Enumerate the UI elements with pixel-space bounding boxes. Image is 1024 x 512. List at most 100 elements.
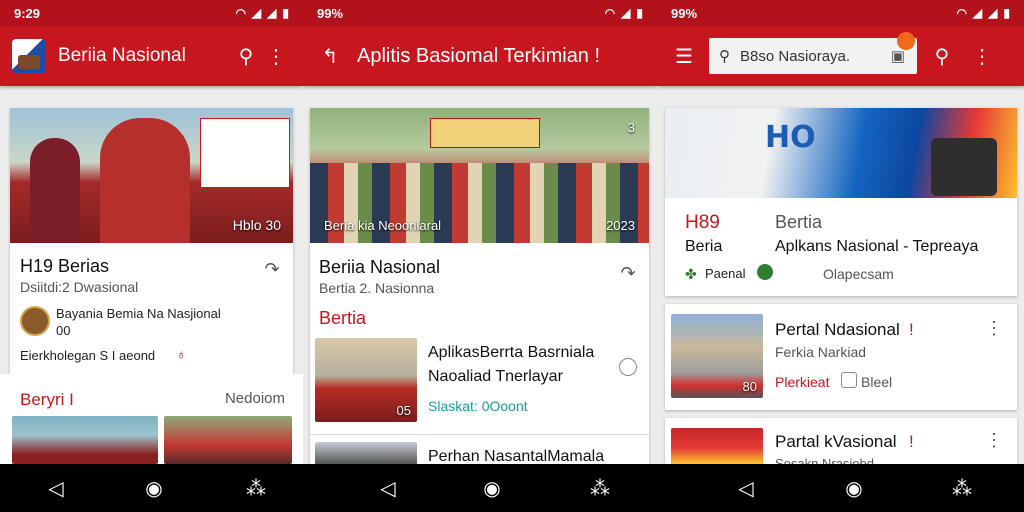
search-placeholder: B8so Nasioraya. bbox=[740, 47, 851, 65]
divider bbox=[310, 434, 649, 435]
article-title: Pertal Ndasional bbox=[775, 320, 900, 339]
clock-icon bbox=[619, 358, 637, 376]
section-area: Beryri I Nedoiom bbox=[0, 374, 303, 464]
source-name: Bayania Bemia Na Nasjional bbox=[56, 306, 221, 321]
card-meta-right: Olapecsam bbox=[823, 266, 894, 282]
app-title: Beriia Nasional bbox=[58, 45, 186, 66]
app-bar: ↰ Aplitis Basiomal Terkimian ! bbox=[303, 26, 657, 86]
status-bar: 99% ◠ ◢ ▮ bbox=[303, 0, 657, 26]
card-sub-left: Beria bbox=[685, 238, 723, 255]
list-item[interactable]: Partal kVasional ! Sosakn Nrasiobd ⋮ bbox=[665, 418, 1017, 464]
section-more[interactable]: Nedoiom bbox=[225, 390, 285, 407]
nav-back-icon[interactable]: ◁ bbox=[376, 476, 400, 500]
article-title-cont: Naoaliad Tnerlayar bbox=[428, 368, 563, 385]
nav-home-icon[interactable]: ◉ bbox=[480, 476, 504, 500]
person-figure bbox=[30, 138, 80, 243]
article-thumb-2[interactable] bbox=[315, 442, 417, 464]
article-thumb bbox=[671, 428, 763, 464]
search-input[interactable]: ⚲ B8so Nasioraya. ▣ bbox=[709, 32, 917, 74]
battery-icon: ▮ bbox=[636, 6, 643, 20]
banner-image: HO bbox=[665, 108, 1017, 198]
card-subtitle: Bertia 2. Nasionna bbox=[319, 280, 435, 296]
status-time: 9:29 bbox=[14, 5, 41, 21]
wifi-icon: ◠ bbox=[604, 6, 616, 20]
article-meta-grey: Bleel bbox=[861, 374, 893, 390]
screen-2: 99% ◠ ◢ ▮ ↰ Aplitis Basiomal Terkimian !… bbox=[303, 0, 657, 464]
more-icon[interactable]: ⋮ bbox=[985, 318, 1003, 339]
alert-mark: ! bbox=[909, 432, 914, 451]
menu-icon[interactable]: ☰ bbox=[669, 41, 699, 71]
verified-icon bbox=[757, 264, 773, 280]
wifi-icon: ◠ bbox=[235, 6, 246, 20]
signal-icon: ◢ bbox=[251, 6, 262, 20]
article-meta-red: Plerkieat bbox=[775, 374, 830, 390]
search-icon: ⚲ bbox=[719, 48, 730, 65]
nav-home-icon[interactable]: ◉ bbox=[142, 476, 166, 500]
section-thumb-2[interactable] bbox=[164, 416, 292, 464]
article-title: Perhan NasantalMamala bbox=[428, 448, 605, 464]
status-bar: 9:29 ◠ ◢ ◢ ▮ bbox=[0, 0, 303, 26]
search-icon[interactable]: ⚲ bbox=[927, 41, 957, 71]
app-title: Aplitis Basiomal Terkimian ! bbox=[357, 44, 601, 67]
news-card[interactable]: Hblo 30 H19 Berias ↷ Dsiitdi:2 Dwasional… bbox=[10, 108, 293, 374]
banner-logo: HO bbox=[765, 120, 816, 155]
nav-back-icon[interactable]: ◁ bbox=[734, 476, 758, 500]
more-icon[interactable]: ⋮ bbox=[261, 41, 291, 71]
app-logo bbox=[12, 39, 46, 73]
share-icon[interactable]: ↷ bbox=[613, 258, 643, 288]
hero-photo: Hblo 30 bbox=[10, 108, 293, 243]
article-sub: Sosakn Nrasiobd bbox=[775, 456, 874, 464]
search-icon[interactable]: ⚲ bbox=[231, 41, 261, 71]
news-card[interactable]: HO H89 Beria Bertia Aplkans Nasional - T… bbox=[665, 108, 1017, 296]
hero-corner: 3 bbox=[627, 120, 635, 135]
more-icon[interactable]: ⋮ bbox=[985, 430, 1003, 451]
source-avatar bbox=[20, 306, 50, 336]
notification-badge bbox=[897, 32, 915, 50]
article-title: Partal kVasional bbox=[775, 432, 897, 451]
category-icon: ✤ bbox=[685, 266, 697, 282]
article-meta: Slaskat: 0Ooont bbox=[428, 398, 528, 414]
alert-mark: ! bbox=[909, 320, 914, 339]
nav-home-icon[interactable]: ◉ bbox=[842, 476, 866, 500]
hero-year: 2023 bbox=[606, 218, 635, 233]
device-image bbox=[931, 138, 997, 196]
article-thumb-1[interactable]: 05 bbox=[315, 338, 417, 422]
nav-recent-icon[interactable]: ⁂ bbox=[244, 476, 268, 500]
news-card[interactable]: Beria kia Neoonlaral 2023 3 Beriia Nasio… bbox=[310, 108, 649, 464]
source-detail: 00 bbox=[56, 323, 71, 338]
wifi-icon: ◠ bbox=[956, 6, 967, 20]
nav-recent-icon[interactable]: ⁂ bbox=[588, 476, 612, 500]
app-bar: ☰ ⚲ B8so Nasioraya. ▣ ⚲ ⋮ bbox=[657, 26, 1024, 86]
list-item[interactable]: 80 Pertal Ndasional ! Ferkia Narkiad Ple… bbox=[665, 304, 1017, 410]
status-time: 99% bbox=[317, 5, 344, 21]
article-sub: Ferkia Narkiad bbox=[775, 344, 867, 360]
section-thumb-1[interactable] bbox=[12, 416, 158, 464]
article-title: AplikasBerrta Basrniala bbox=[428, 344, 595, 361]
screen-3: 99% ◠ ◢ ◢ ▮ ☰ ⚲ B8so Nasioraya. ▣ ⚲ ⋮ HO… bbox=[657, 0, 1024, 464]
hero-caption: Beria kia Neoonlaral bbox=[324, 218, 442, 233]
hero-overlay: Hblo 30 bbox=[232, 217, 281, 233]
thumb-badge: 80 bbox=[742, 379, 757, 394]
system-nav-bar: ◁ ◉ ⁂ ◁ ◉ ⁂ ◁ ◉ ⁂ bbox=[0, 464, 1024, 512]
card-subtitle: Dsiitdi:2 Dwasional bbox=[20, 279, 139, 295]
tag-icon bbox=[841, 372, 857, 388]
nav-back-icon[interactable]: ◁ bbox=[44, 476, 68, 500]
signal-icon: ◢ bbox=[621, 6, 631, 20]
person-figure bbox=[100, 118, 190, 243]
share-icon[interactable]: ↷ bbox=[257, 254, 287, 284]
signal-icon: ◢ bbox=[972, 6, 983, 20]
thumb-badge: 05 bbox=[396, 403, 411, 418]
status-time: 99% bbox=[671, 5, 698, 21]
like-icon[interactable]: ♁ bbox=[176, 346, 187, 362]
more-icon[interactable]: ⋮ bbox=[967, 41, 997, 71]
card-footer: Eierkholegan S I aeond bbox=[20, 348, 156, 363]
card-sub-right: Aplkans Nasional - Tepreaya bbox=[775, 238, 979, 255]
hero-photo: Beria kia Neoonlaral 2023 3 bbox=[310, 108, 649, 243]
battery-icon: ▮ bbox=[1003, 6, 1010, 20]
battery-icon: ▮ bbox=[282, 6, 289, 20]
article-thumb: 80 bbox=[671, 314, 763, 398]
card-title: Beriia Nasional bbox=[319, 257, 441, 277]
back-icon[interactable]: ↰ bbox=[315, 41, 345, 71]
card-title: H19 Berias bbox=[20, 256, 110, 276]
nav-recent-icon[interactable]: ⁂ bbox=[950, 476, 974, 500]
